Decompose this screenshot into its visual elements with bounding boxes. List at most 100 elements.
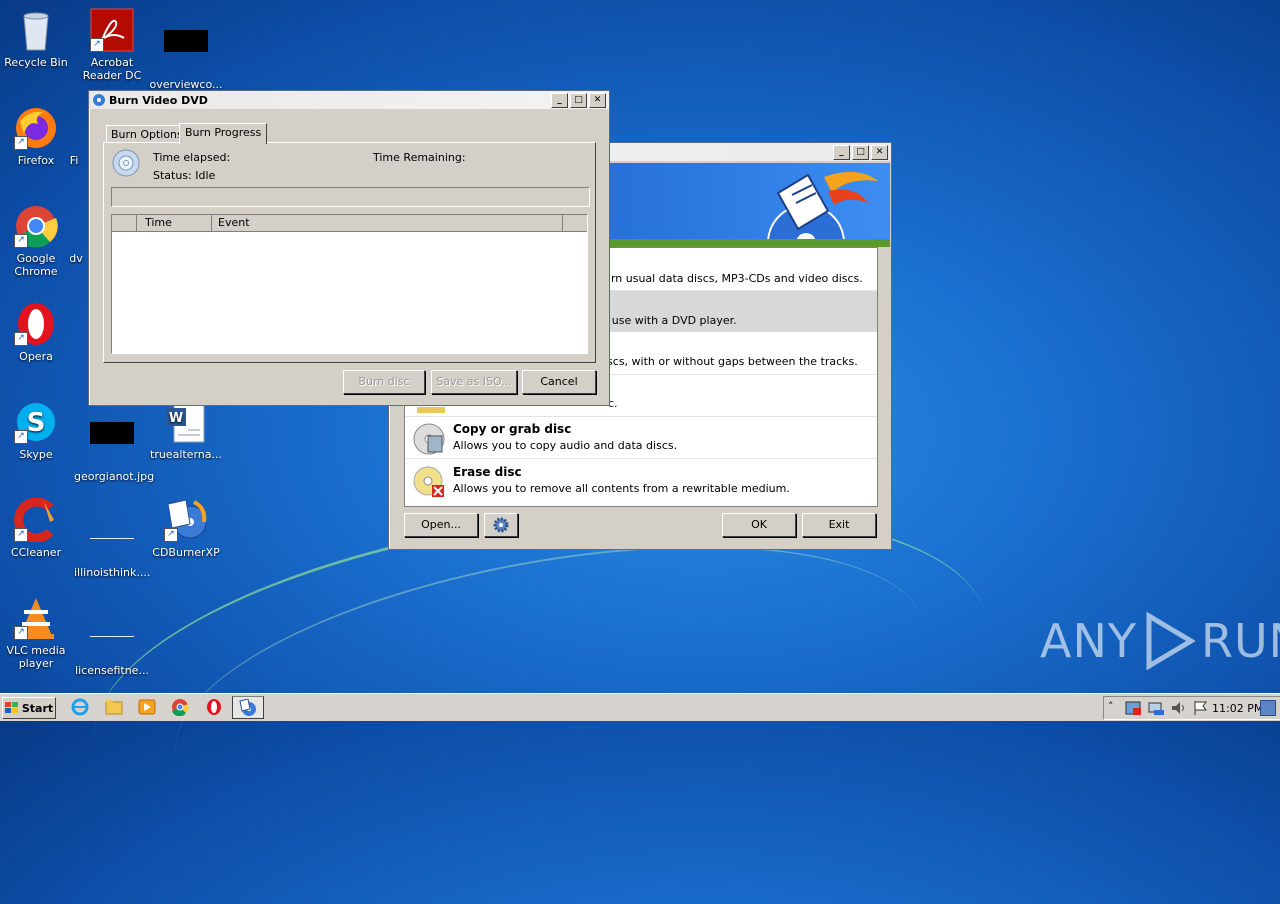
save-as-iso-button[interactable]: Save as ISO... (431, 370, 517, 394)
desktop-icon-opera[interactable]: ↗ Opera (0, 302, 74, 363)
shortcut-arrow-icon: ↗ (14, 136, 28, 150)
desktop-icon-label: CDBurnerXP (152, 546, 220, 559)
copy-disc-icon (413, 423, 445, 455)
close-button[interactable]: ✕ (589, 92, 606, 108)
time-remaining-label: Time Remaining: (373, 151, 466, 164)
burn-disc-button[interactable]: Burn disc (343, 370, 425, 394)
file-thumbnail-icon (164, 30, 208, 74)
desktop-icon-vlc[interactable]: ↗ VLC media player (0, 596, 74, 670)
close-button[interactable]: ✕ (871, 144, 888, 160)
file-icon (66, 204, 86, 248)
chrome-icon[interactable] (170, 698, 190, 716)
shortcut-arrow-icon: ↗ (164, 528, 178, 542)
desktop-icon-illinoisthink[interactable]: illinoisthink.... (74, 498, 150, 579)
maximize-button[interactable]: □ (570, 92, 587, 108)
desktop-icon-skype[interactable]: S ↗ Skype (0, 400, 74, 461)
image-thumbnail-icon (90, 422, 134, 466)
windows-logo-icon (4, 702, 18, 713)
file-icon (90, 518, 134, 562)
ok-button[interactable]: OK (722, 513, 796, 537)
shortcut-arrow-icon: ↗ (14, 626, 28, 640)
play-logo-icon (1146, 612, 1195, 670)
column-header-event[interactable]: Event (212, 215, 563, 231)
feature-title: Copy or grab disc (453, 422, 572, 436)
maximize-button[interactable]: □ (852, 144, 869, 160)
watermark-text-left: ANY (1040, 614, 1137, 668)
media-player-icon[interactable] (137, 698, 157, 716)
column-header-blank[interactable] (112, 215, 137, 231)
open-button[interactable]: Open... (404, 513, 478, 537)
desktop-icon-label: illinoisthink.... (74, 566, 151, 579)
file-icon (90, 616, 134, 660)
tab-burn-progress[interactable]: Burn Progress (179, 123, 268, 144)
desktop-icon-licensefitne[interactable]: licensefitne... (74, 596, 150, 677)
desktop-icon-label: licensefitne... (75, 664, 149, 677)
vlc-icon: ↗ (14, 596, 58, 640)
desktop-icon-acrobat[interactable]: ↗ Acrobat Reader DC (74, 8, 150, 82)
disc-icon (112, 149, 140, 177)
network-icon[interactable] (1148, 700, 1166, 716)
show-desktop-button[interactable] (1260, 700, 1276, 716)
desktop-icon-truealterna[interactable]: W truealterna... (148, 400, 224, 461)
tray-expand-icon[interactable]: ˄ (1108, 700, 1114, 713)
desktop-icon-label: Recycle Bin (4, 56, 68, 69)
cdburnerxp-icon (239, 698, 256, 716)
tab-label: Burn Progress (185, 126, 262, 139)
tab-burn-options[interactable]: Burn Options (106, 125, 188, 143)
feature-description: or use with a DVD player. (597, 314, 737, 327)
minimize-button[interactable]: _ (833, 144, 850, 160)
system-tray: ˄ 11:02 PM (1103, 696, 1280, 720)
tab-panel: Time elapsed: Time Remaining: Status: Id… (103, 142, 596, 363)
feature-item-erase-disc[interactable]: Erase disc Allows you to remove all cont… (405, 459, 877, 505)
tab-label: Burn Options (111, 128, 183, 141)
opera-icon: ↗ (14, 302, 58, 346)
iso-icon (417, 407, 445, 413)
firefox-icon: ↗ (14, 106, 58, 150)
desktop-icon-label: Opera (19, 350, 53, 363)
file-icon (64, 106, 84, 150)
feature-description: Allows you to copy audio and data discs. (453, 439, 678, 452)
feature-description: discs, with or without gaps between the … (597, 355, 858, 368)
shortcut-arrow-icon: ↗ (14, 430, 28, 444)
dialog-titlebar[interactable]: Burn Video DVD _ □ ✕ (89, 91, 609, 109)
burn-video-dvd-dialog[interactable]: Burn Video DVD _ □ ✕ Burn Options Burn P… (88, 90, 610, 406)
volume-icon[interactable] (1170, 700, 1188, 716)
start-button[interactable]: Start (2, 697, 56, 719)
desktop-icon-cdburnerxp[interactable]: ↗ CDBurnerXP (148, 498, 224, 559)
status-label: Status: Idle (153, 169, 216, 182)
burn-progress-bar (111, 187, 590, 207)
watermark-text-right: RUN (1200, 614, 1280, 668)
desktop-icon-recycle-bin[interactable]: Recycle Bin (0, 8, 74, 69)
feature-description: burn usual data discs, MP3-CDs and video… (597, 272, 863, 285)
exit-button[interactable]: Exit (802, 513, 876, 537)
start-label: Start (21, 701, 54, 715)
internet-explorer-icon[interactable] (70, 698, 90, 716)
column-header-time[interactable]: Time (137, 215, 212, 231)
file-explorer-icon[interactable] (104, 698, 124, 716)
taskbar-button-cdburnerxp[interactable] (232, 696, 264, 719)
event-log-header: Time Event (112, 215, 587, 232)
ccleaner-icon: ↗ (14, 497, 58, 543)
taskbar: Start ˄ 11:02 PM (0, 693, 1280, 721)
cancel-button[interactable]: Cancel (522, 370, 596, 394)
svg-text:S: S (27, 408, 46, 438)
desktop-icon-georgianot[interactable]: georgianot.jpg (74, 400, 154, 483)
feature-description: Allows you to remove all contents from a… (453, 482, 790, 495)
acrobat-icon: ↗ (90, 8, 134, 52)
feature-item-copy-disc[interactable]: Copy or grab disc Allows you to copy aud… (405, 417, 877, 459)
shortcut-arrow-icon: ↗ (14, 234, 28, 248)
settings-button[interactable] (484, 513, 518, 537)
desktop-icon-overviewco[interactable]: overviewco... (148, 8, 224, 91)
desktop-icon-ccleaner[interactable]: ↗ CCleaner (0, 497, 74, 559)
recycle-bin-icon (14, 8, 58, 52)
event-log-list[interactable]: Time Event (111, 214, 588, 354)
minimize-button[interactable]: _ (551, 92, 568, 108)
flag-icon[interactable] (1192, 700, 1210, 716)
anyrun-watermark: ANY RUN (1040, 612, 1280, 670)
feature-title: Erase disc (453, 465, 522, 479)
opera-icon[interactable] (204, 698, 224, 716)
action-center-icon[interactable] (1124, 700, 1142, 716)
taskbar-clock[interactable]: 11:02 PM (1212, 702, 1263, 715)
desktop-icon-label: Skype (19, 448, 53, 461)
gear-icon (493, 517, 509, 533)
